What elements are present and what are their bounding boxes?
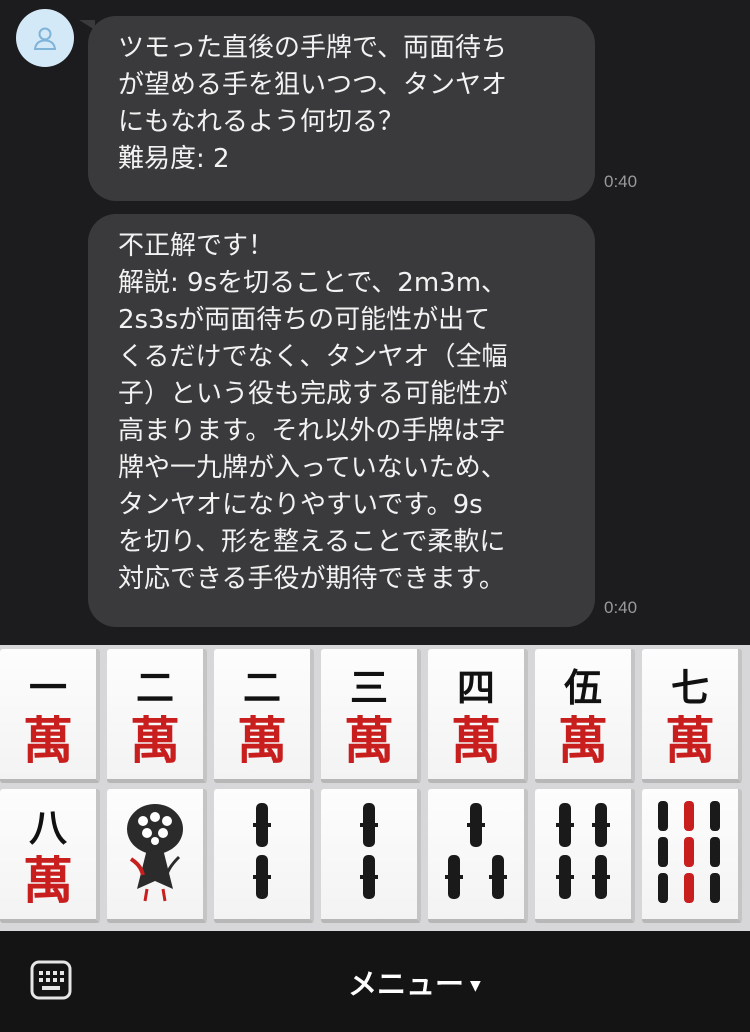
bamboo-2-icon: [253, 803, 271, 899]
tile-suit: 萬: [23, 711, 73, 770]
user-icon: [33, 27, 57, 50]
tile-suit: 萬: [451, 711, 501, 770]
keyboard-icon[interactable]: [30, 960, 72, 1000]
avatar[interactable]: [16, 9, 74, 67]
bamboo-4-icon: [556, 803, 610, 899]
tile-2m[interactable]: 二 萬: [107, 649, 207, 783]
tile-suit: 萬: [130, 711, 180, 770]
tile-suit: 萬: [23, 851, 73, 910]
bamboo-9-icon: [658, 801, 720, 903]
tile-suit: 萬: [558, 711, 608, 770]
tile-1m[interactable]: 一 萬: [0, 649, 100, 783]
tile-9s[interactable]: [642, 789, 742, 923]
tile-2m[interactable]: 二 萬: [214, 649, 314, 783]
message-bubble[interactable]: 不正解です！ 解説: 9sを切ることで、2m3m、 2s3sが両面待ちの可能性が…: [88, 214, 595, 627]
tile-1s[interactable]: [107, 789, 207, 923]
tile-suit: 萬: [237, 711, 287, 770]
message-bubble[interactable]: ツモった直後の手牌で、両面待ち が望める手を狙いつつ、タンヤオ にもなれるよう何…: [88, 16, 595, 201]
tile-4s[interactable]: [535, 789, 635, 923]
bamboo-3-icon: [445, 803, 507, 899]
tile-5m[interactable]: 伍 萬: [535, 649, 635, 783]
peacock-icon: [127, 804, 183, 902]
tile-suit: 萬: [665, 711, 715, 770]
menu-button[interactable]: メニュー ▼: [348, 961, 481, 1003]
message-time: 0:40: [604, 172, 638, 191]
tile-4m[interactable]: 四 萬: [428, 649, 528, 783]
tile-2s[interactable]: [321, 789, 421, 923]
tile-8m[interactable]: 八 萬: [0, 789, 100, 923]
bamboo-2-icon: [360, 803, 378, 899]
tile-keyboard: 一 萬 二 萬 二 萬 三 萬 四 萬 伍 萬 七 萬 八 萬: [0, 645, 750, 931]
message-time: 0:40: [604, 598, 638, 617]
menu-label: メニュー: [348, 967, 465, 1001]
bottom-bar: メニュー ▼: [0, 931, 750, 1032]
chat-area: ツモった直後の手牌で、両面待ち が望める手を狙いつつ、タンヤオ にもなれるよう何…: [0, 0, 750, 645]
tile-suit: 萬: [344, 711, 394, 770]
tile-2s[interactable]: [214, 789, 314, 923]
tile-3m[interactable]: 三 萬: [321, 649, 421, 783]
chevron-down-icon: ▼: [470, 978, 481, 994]
tile-7m[interactable]: 七 萬: [642, 649, 742, 783]
tile-3s[interactable]: [428, 789, 528, 923]
